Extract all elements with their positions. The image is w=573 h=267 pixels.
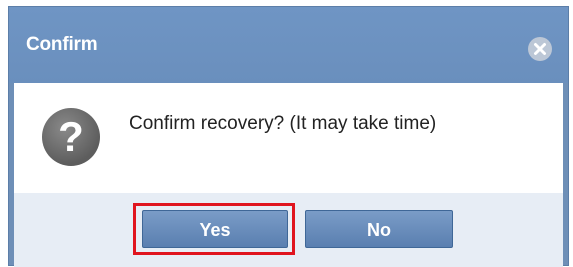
- dialog-title: Confirm: [26, 34, 98, 55]
- confirm-dialog: Confirm ? Confirm recovery? (It may take…: [8, 6, 569, 267]
- yes-button[interactable]: Yes: [142, 210, 288, 248]
- no-button[interactable]: No: [305, 210, 453, 248]
- close-icon: [534, 43, 546, 55]
- dialog-footer: Yes No: [14, 193, 563, 267]
- dialog-body: ? Confirm recovery? (It may take time): [14, 83, 563, 193]
- dialog-message: Confirm recovery? (It may take time): [129, 113, 437, 134]
- dialog-titlebar: Confirm: [9, 7, 568, 83]
- question-icon: ?: [42, 108, 100, 166]
- close-button[interactable]: [528, 37, 552, 61]
